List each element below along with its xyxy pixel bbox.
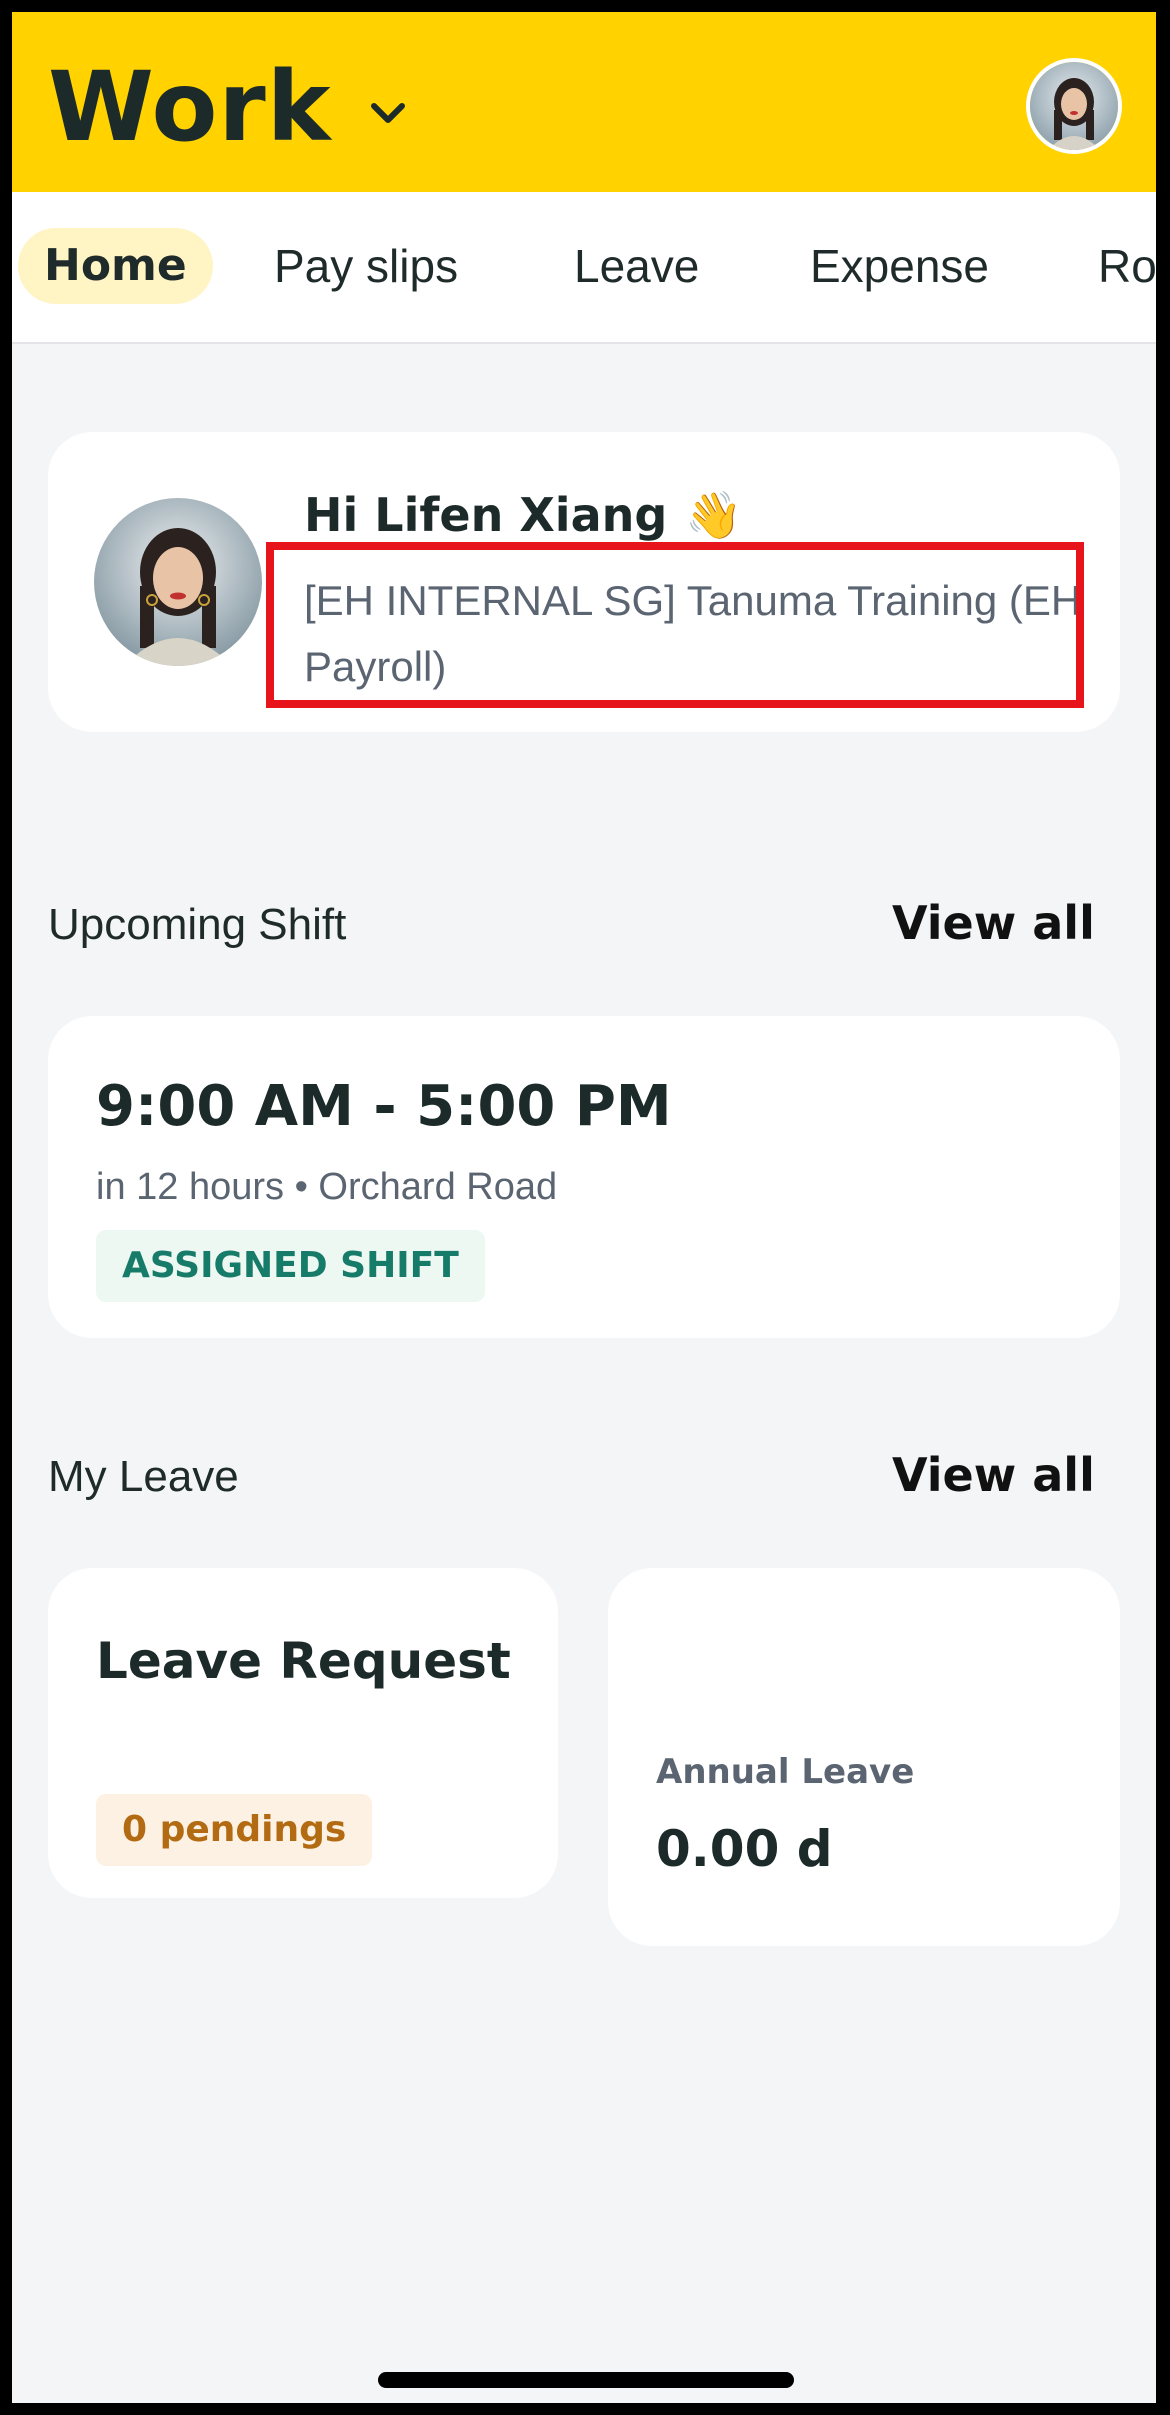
upcoming-shift-title: Upcoming Shift: [48, 900, 347, 949]
my-leave-title: My Leave: [48, 1452, 239, 1501]
shift-view-all-link[interactable]: View all: [892, 896, 1095, 950]
annual-leave-label: Annual Leave: [656, 1752, 915, 1792]
wave-icon: 👋: [685, 488, 743, 542]
home-indicator[interactable]: [378, 2372, 794, 2388]
app-screen: Work Home Pay slips Leave Expense Ro Hi …: [12, 12, 1156, 2403]
shift-status-badge: ASSIGNED SHIFT: [96, 1230, 485, 1302]
tab-leave[interactable]: Leave: [574, 228, 699, 304]
leave-request-title: Leave Request: [96, 1632, 511, 1690]
tab-pay-slips[interactable]: Pay slips: [274, 228, 458, 304]
annual-leave-value: 0.00 d: [656, 1820, 833, 1878]
leave-request-card[interactable]: Leave Request 0 pendings: [48, 1568, 558, 1898]
profile-avatar[interactable]: [1026, 58, 1122, 154]
tab-home[interactable]: Home: [18, 228, 213, 304]
tab-expense[interactable]: Expense: [810, 228, 989, 304]
chevron-down-icon[interactable]: [366, 92, 410, 136]
user-avatar: [94, 498, 262, 666]
greeting-name: Hi Lifen Xiang 👋: [304, 488, 743, 543]
shift-time: 9:00 AM - 5:00 PM: [96, 1074, 672, 1139]
top-tab-bar: Home Pay slips Leave Expense Ro: [12, 192, 1156, 344]
tab-ro[interactable]: Ro: [1098, 228, 1156, 304]
app-title[interactable]: Work: [48, 52, 332, 162]
annual-leave-card[interactable]: Annual Leave 0.00 d: [608, 1568, 1120, 1946]
shift-meta: in 12 hours • Orchard Road: [96, 1166, 558, 1208]
app-header: Work: [12, 12, 1156, 192]
pending-badge: 0 pendings: [96, 1794, 373, 1866]
leave-view-all-link[interactable]: View all: [892, 1448, 1095, 1502]
greeting-text: Hi Lifen Xiang: [304, 488, 668, 542]
highlight-annotation: [266, 542, 1084, 708]
shift-card[interactable]: 9:00 AM - 5:00 PM in 12 hours • Orchard …: [48, 1016, 1120, 1338]
